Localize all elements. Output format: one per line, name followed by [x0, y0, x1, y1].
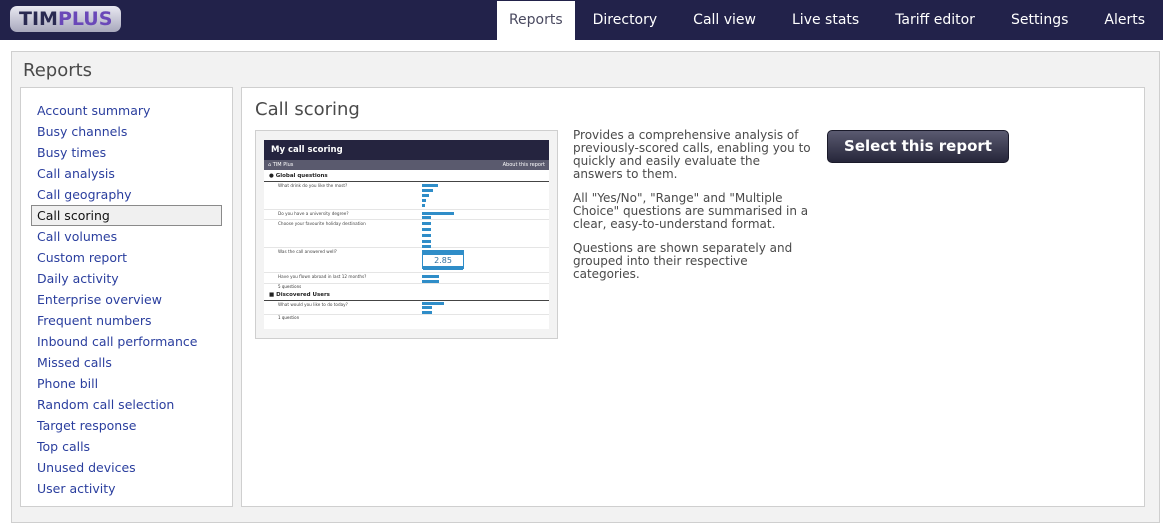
sidebar-item-inbound-call-performance[interactable]: Inbound call performance: [21, 331, 232, 352]
sidebar-item-missed-calls[interactable]: Missed calls: [21, 352, 232, 373]
sidebar-item-enterprise-overview[interactable]: Enterprise overview: [21, 289, 232, 310]
preview-bar: [422, 234, 431, 237]
preview-about-link: About this report: [502, 162, 545, 168]
preview-bar: [422, 228, 431, 231]
sidebar-item-busy-channels[interactable]: Busy channels: [21, 121, 232, 142]
preview-section-users: ■ Discovered Users: [264, 289, 549, 301]
preview-section-global-label: Global questions: [275, 173, 328, 179]
preview-bar: [422, 212, 454, 215]
preview-title: My call scoring: [264, 140, 549, 160]
preview-bar: [422, 222, 431, 225]
sidebar-item-phone-bill[interactable]: Phone bill: [21, 373, 232, 394]
preview-question: Have you flown abroad in last 12 months?: [278, 274, 367, 279]
preview-row: Have you flown abroad in last 12 months?: [264, 273, 549, 284]
preview-breadcrumb: ⌂ TIM Plus: [268, 160, 293, 170]
tab-settings[interactable]: Settings: [993, 0, 1086, 40]
home-icon: ⌂: [268, 162, 272, 168]
select-report-button[interactable]: Select this report: [827, 130, 1009, 163]
preview-section-global: ● Global questions: [264, 170, 549, 182]
preview-question: Choose your favourite holiday destinatio…: [278, 221, 366, 226]
top-bar: TIM PLUS Reports Directory Call view Live…: [0, 0, 1163, 40]
sidebar-item-call-geography[interactable]: Call geography: [21, 184, 232, 205]
preview-bar: [422, 199, 426, 202]
report-list: Account summary Busy channels Busy times…: [20, 87, 233, 507]
preview-breadcrumb-bar: ⌂ TIM Plus About this report: [264, 160, 549, 170]
preview-bar: [422, 216, 431, 219]
preview-question: What drink do you like the most?: [278, 183, 348, 188]
tab-reports[interactable]: Reports: [496, 1, 575, 40]
sidebar-item-target-response[interactable]: Target response: [21, 415, 232, 436]
sidebar-item-daily-activity[interactable]: Daily activity: [21, 268, 232, 289]
report-title: Call scoring: [255, 99, 360, 120]
sidebar-item-random-call-selection[interactable]: Random call selection: [21, 394, 232, 415]
sidebar-item-call-scoring[interactable]: Call scoring: [31, 205, 222, 226]
report-preview-image: My call scoring ⌂ TIM Plus About this re…: [255, 130, 558, 339]
preview-bar: [422, 204, 425, 207]
page-title: Reports: [23, 60, 93, 81]
preview-question: What would you like to do today?: [278, 302, 348, 307]
preview-bar: [422, 240, 431, 243]
section-bullet-icon: ●: [269, 173, 274, 179]
preview-bar: [422, 184, 438, 187]
preview-question: Do you have a university degree?: [278, 211, 349, 216]
tab-alerts[interactable]: Alerts: [1086, 0, 1163, 40]
sidebar-item-top-calls[interactable]: Top calls: [21, 436, 232, 457]
sidebar-item-call-volumes[interactable]: Call volumes: [21, 226, 232, 247]
preview-footer: 1 question: [278, 315, 300, 320]
sidebar-item-call-analysis[interactable]: Call analysis: [21, 163, 232, 184]
description-paragraph: Questions are shown separately and group…: [573, 241, 793, 281]
report-detail: Call scoring My call scoring ⌂ TIM Plus …: [241, 87, 1145, 507]
preview-page: My call scoring ⌂ TIM Plus About this re…: [264, 140, 549, 329]
tab-tariff-editor[interactable]: Tariff editor: [877, 0, 993, 40]
sidebar-item-custom-report[interactable]: Custom report: [21, 247, 232, 268]
preview-range-box: 2.85: [422, 250, 464, 270]
reports-panel: Reports Account summary Busy channels Bu…: [11, 51, 1160, 523]
main-nav: Reports Directory Call view Live stats T…: [496, 0, 1163, 40]
section-bullet-icon: ■: [269, 292, 275, 298]
preview-bar: [422, 302, 444, 305]
description-paragraph: All "Yes/No", "Range" and "Multiple Choi…: [573, 191, 809, 231]
preview-range-value: 2.85: [434, 256, 452, 265]
sidebar-item-account-summary[interactable]: Account summary: [21, 100, 232, 121]
preview-body: ● Global questions What drink do you lik…: [264, 170, 549, 320]
preview-bar: [422, 311, 432, 314]
timplus-logo[interactable]: TIM PLUS: [10, 6, 122, 32]
sidebar-item-user-activity[interactable]: User activity: [21, 478, 232, 499]
preview-breadcrumb-text: TIM Plus: [272, 162, 294, 168]
preview-row: What would you like to do today?: [264, 301, 549, 315]
tab-call-view[interactable]: Call view: [675, 0, 774, 40]
sidebar-item-busy-times[interactable]: Busy times: [21, 142, 232, 163]
sidebar-item-frequent-numbers[interactable]: Frequent numbers: [21, 310, 232, 331]
preview-row: Was the call answered well? 2.85: [264, 248, 549, 273]
report-description: Provides a comprehensive analysis of pre…: [573, 129, 813, 292]
preview-bar: [422, 306, 432, 309]
preview-bar: [422, 194, 429, 197]
logo-text-plus: PLUS: [57, 8, 113, 30]
tab-live-stats[interactable]: Live stats: [774, 0, 877, 40]
preview-row: Do you have a university degree?: [264, 210, 549, 220]
sidebar-item-unused-devices[interactable]: Unused devices: [21, 457, 232, 478]
preview-bar: [422, 280, 439, 283]
description-paragraph: Provides a comprehensive analysis of pre…: [573, 128, 811, 181]
tab-directory[interactable]: Directory: [575, 0, 676, 40]
preview-bar: [422, 189, 433, 192]
preview-bar: [422, 275, 439, 278]
preview-row: What drink do you like the most?: [264, 182, 549, 210]
preview-question: Was the call answered well?: [278, 249, 337, 254]
preview-section-users-label: Discovered Users: [276, 292, 330, 298]
logo-text-tim: TIM: [19, 8, 58, 30]
preview-row: Choose your favourite holiday destinatio…: [264, 220, 549, 248]
